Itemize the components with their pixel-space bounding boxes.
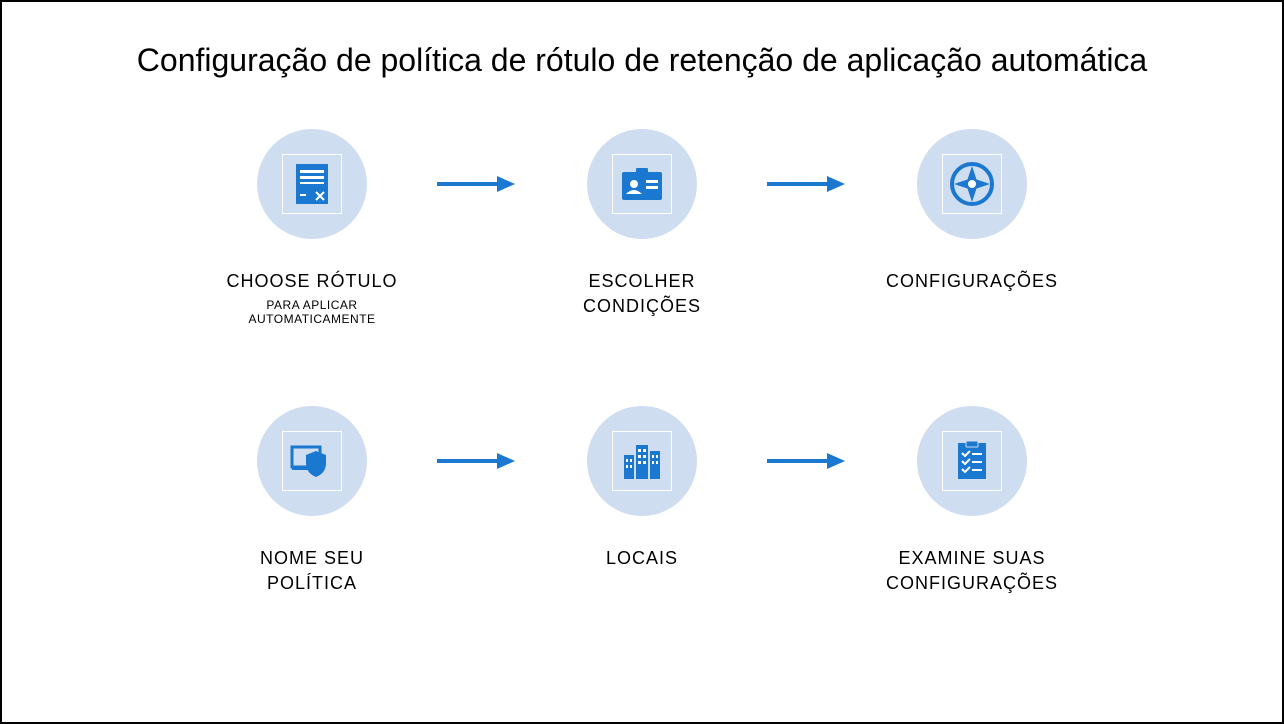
badge-icon	[612, 154, 672, 214]
checklist-icon	[942, 431, 1002, 491]
page-title: Configuração de política de rótulo de re…	[137, 42, 1147, 79]
arrow-icon	[432, 406, 522, 516]
compass-icon	[942, 154, 1002, 214]
flow-row-1: CHOOSE RÓTULO PARA APLICAR AUTOMATICAMEN…	[192, 129, 1092, 326]
arrow-icon	[432, 129, 522, 239]
step-circle	[257, 406, 367, 516]
step-locations: LOCAIS	[542, 406, 742, 571]
step-choose-conditions: ESCOLHER CONDIÇÕES	[542, 129, 742, 319]
step-circle	[587, 129, 697, 239]
step-circle	[257, 129, 367, 239]
step-label: NOME SEU POLÍTICA	[212, 546, 412, 596]
step-label: EXAMINE SUAS CONFIGURAÇÕES	[872, 546, 1072, 596]
step-circle	[587, 406, 697, 516]
buildings-icon	[612, 431, 672, 491]
shield-icon	[282, 431, 342, 491]
step-name-policy: NOME SEU POLÍTICA	[212, 406, 412, 596]
flow-row-2: NOME SEU POLÍTICA	[192, 406, 1092, 596]
step-label: CONFIGURAÇÕES	[886, 269, 1058, 294]
step-label: LOCAIS	[606, 546, 678, 571]
arrow-icon	[762, 129, 852, 239]
step-settings: CONFIGURAÇÕES	[872, 129, 1072, 294]
arrow-icon	[762, 406, 852, 516]
step-label: ESCOLHER CONDIÇÕES	[542, 269, 742, 319]
step-choose-label: CHOOSE RÓTULO PARA APLICAR AUTOMATICAMEN…	[212, 129, 412, 326]
document-icon	[282, 154, 342, 214]
step-sublabel: PARA APLICAR AUTOMATICAMENTE	[212, 298, 412, 326]
step-circle	[917, 406, 1027, 516]
step-circle	[917, 129, 1027, 239]
step-label: CHOOSE RÓTULO	[226, 269, 397, 294]
flow-container: CHOOSE RÓTULO PARA APLICAR AUTOMATICAMEN…	[192, 129, 1092, 597]
step-review-settings: EXAMINE SUAS CONFIGURAÇÕES	[872, 406, 1072, 596]
